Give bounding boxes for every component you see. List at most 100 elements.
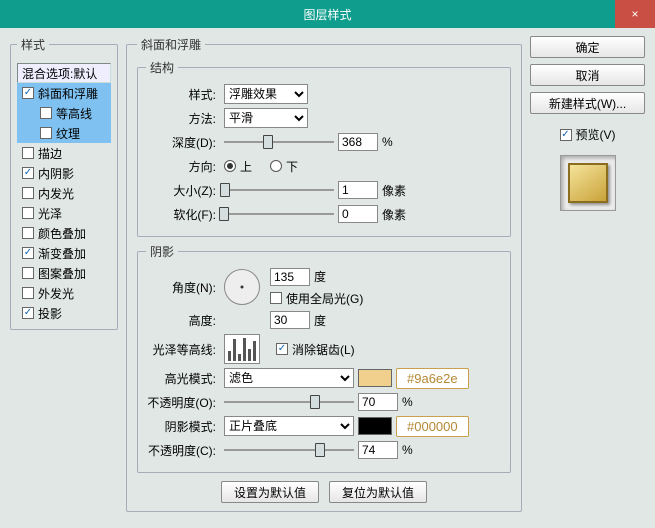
new-style-button[interactable]: 新建样式(W)... <box>530 92 645 114</box>
angle-label: 角度(N): <box>146 279 220 296</box>
style-label-innershadow: 内阴影 <box>38 165 74 182</box>
angle-unit: 度 <box>314 268 326 285</box>
cancel-button[interactable]: 取消 <box>530 64 645 86</box>
highlight-opacity-slider[interactable] <box>224 393 354 411</box>
highlight-opacity-input[interactable]: 70 <box>358 393 398 411</box>
structure-legend: 结构 <box>146 59 178 76</box>
altitude-label: 高度: <box>146 312 220 329</box>
styles-column: 样式 混合选项:默认✓斜面和浮雕等高线纹理描边 ✓ 内阴影内发光光泽颜色叠加 ✓ 渐变叠… <box>10 36 118 518</box>
style-label-gradoverlay: 渐变叠加 <box>38 245 86 262</box>
close-icon: × <box>631 7 638 21</box>
style-item-contour[interactable]: 等高线 <box>17 103 111 123</box>
close-button[interactable]: × <box>615 0 655 28</box>
style-list: 混合选项:默认✓斜面和浮雕等高线纹理描边 ✓ 内阴影内发光光泽颜色叠加 ✓ 渐变叠加图案… <box>17 63 111 323</box>
style-checkbox-outerglow[interactable] <box>22 287 34 299</box>
style-checkbox-coloroverlay[interactable] <box>22 227 34 239</box>
style-checkbox-bevel[interactable]: ✓ <box>22 87 34 99</box>
angle-input[interactable]: 135 <box>270 268 310 286</box>
style-label-outerglow: 外发光 <box>38 285 74 302</box>
shadow-mode-select[interactable]: 正片叠底 <box>224 416 354 436</box>
direction-up-radio[interactable] <box>224 160 236 172</box>
soften-unit: 像素 <box>382 206 406 223</box>
style-label-texture: 纹理 <box>56 125 80 142</box>
style-checkbox-innershadow[interactable]: ✓ <box>22 167 34 179</box>
depth-unit: % <box>382 135 393 149</box>
preview-thumbnail <box>568 163 608 203</box>
ok-button[interactable]: 确定 <box>530 36 645 58</box>
depth-slider[interactable] <box>224 133 334 151</box>
styles-legend: 样式 <box>17 36 49 53</box>
bevel-fieldset: 斜面和浮雕 结构 样式: 浮雕效果 方法: 平滑 深度(D): 368 % <box>126 36 522 512</box>
shadow-hex-label: #000000 <box>396 416 469 437</box>
method-select[interactable]: 平滑 <box>224 108 308 128</box>
style-checkbox-patternoverlay[interactable] <box>22 267 34 279</box>
blend-options-header[interactable]: 混合选项:默认 <box>17 63 111 83</box>
size-slider[interactable] <box>224 181 334 199</box>
shadow-color-swatch[interactable] <box>358 417 392 435</box>
gloss-contour-picker[interactable] <box>224 334 260 364</box>
highlight-mode-label: 高光模式: <box>146 370 220 387</box>
shade-legend: 阴影 <box>146 243 178 260</box>
style-item-dropshadow[interactable]: ✓ 投影 <box>17 303 111 323</box>
style-item-outerglow[interactable]: 外发光 <box>17 283 111 303</box>
style-item-innerglow[interactable]: 内发光 <box>17 183 111 203</box>
title-bar: 图层样式 × <box>0 0 655 28</box>
bevel-legend: 斜面和浮雕 <box>137 36 205 53</box>
altitude-input[interactable]: 30 <box>270 311 310 329</box>
style-item-stroke[interactable]: 描边 <box>17 143 111 163</box>
shadow-opacity-input[interactable]: 74 <box>358 441 398 459</box>
reset-default-button[interactable]: 复位为默认值 <box>329 481 427 503</box>
direction-up-label: 上 <box>240 158 252 175</box>
structure-fieldset: 结构 样式: 浮雕效果 方法: 平滑 深度(D): 368 % 方向: <box>137 59 511 237</box>
style-checkbox-dropshadow[interactable]: ✓ <box>22 307 34 319</box>
style-label-coloroverlay: 颜色叠加 <box>38 225 86 242</box>
style-label: 样式: <box>146 86 220 103</box>
global-light-checkbox[interactable] <box>270 292 282 304</box>
soften-input[interactable]: 0 <box>338 205 378 223</box>
style-item-innershadow[interactable]: ✓ 内阴影 <box>17 163 111 183</box>
shadow-opacity-slider[interactable] <box>224 441 354 459</box>
angle-dial[interactable] <box>224 269 260 305</box>
highlight-opacity-label: 不透明度(O): <box>146 394 220 411</box>
direction-down-radio[interactable] <box>270 160 282 172</box>
style-label-stroke: 描边 <box>38 145 62 162</box>
preview-checkbox[interactable]: ✓ <box>560 129 572 141</box>
style-label-dropshadow: 投影 <box>38 305 62 322</box>
side-column: 确定 取消 新建样式(W)... ✓ 预览(V) <box>530 36 645 518</box>
style-item-satin[interactable]: 光泽 <box>17 203 111 223</box>
main-column: 斜面和浮雕 结构 样式: 浮雕效果 方法: 平滑 深度(D): 368 % <box>126 36 522 518</box>
soften-label: 软化(F): <box>146 206 220 223</box>
style-checkbox-stroke[interactable] <box>22 147 34 159</box>
size-input[interactable]: 1 <box>338 181 378 199</box>
style-checkbox-satin[interactable] <box>22 207 34 219</box>
shadow-opacity-unit: % <box>402 443 413 457</box>
antialias-checkbox[interactable]: ✓ <box>276 343 288 355</box>
depth-input[interactable]: 368 <box>338 133 378 151</box>
antialias-label: 消除锯齿(L) <box>292 341 355 358</box>
highlight-mode-select[interactable]: 滤色 <box>224 368 354 388</box>
style-item-gradoverlay[interactable]: ✓ 渐变叠加 <box>17 243 111 263</box>
soften-slider[interactable] <box>224 205 334 223</box>
style-item-coloroverlay[interactable]: 颜色叠加 <box>17 223 111 243</box>
global-light-label: 使用全局光(G) <box>286 290 363 307</box>
style-checkbox-gradoverlay[interactable]: ✓ <box>22 247 34 259</box>
highlight-color-swatch[interactable] <box>358 369 392 387</box>
style-checkbox-innerglow[interactable] <box>22 187 34 199</box>
style-checkbox-contour[interactable] <box>40 107 52 119</box>
shade-fieldset: 阴影 角度(N): 135 度 使用全局光(G) <box>137 243 511 473</box>
size-label: 大小(Z): <box>146 182 220 199</box>
depth-label: 深度(D): <box>146 134 220 151</box>
method-label: 方法: <box>146 110 220 127</box>
size-unit: 像素 <box>382 182 406 199</box>
make-default-button[interactable]: 设置为默认值 <box>221 481 319 503</box>
style-label-contour: 等高线 <box>56 105 92 122</box>
style-item-patternoverlay[interactable]: 图案叠加 <box>17 263 111 283</box>
style-item-bevel[interactable]: ✓斜面和浮雕 <box>17 83 111 103</box>
style-select[interactable]: 浮雕效果 <box>224 84 308 104</box>
style-label-patternoverlay: 图案叠加 <box>38 265 86 282</box>
style-item-texture[interactable]: 纹理 <box>17 123 111 143</box>
style-label-innerglow: 内发光 <box>38 185 74 202</box>
preview-label: 预览(V) <box>576 126 616 143</box>
direction-down-label: 下 <box>286 158 298 175</box>
style-checkbox-texture[interactable] <box>40 127 52 139</box>
